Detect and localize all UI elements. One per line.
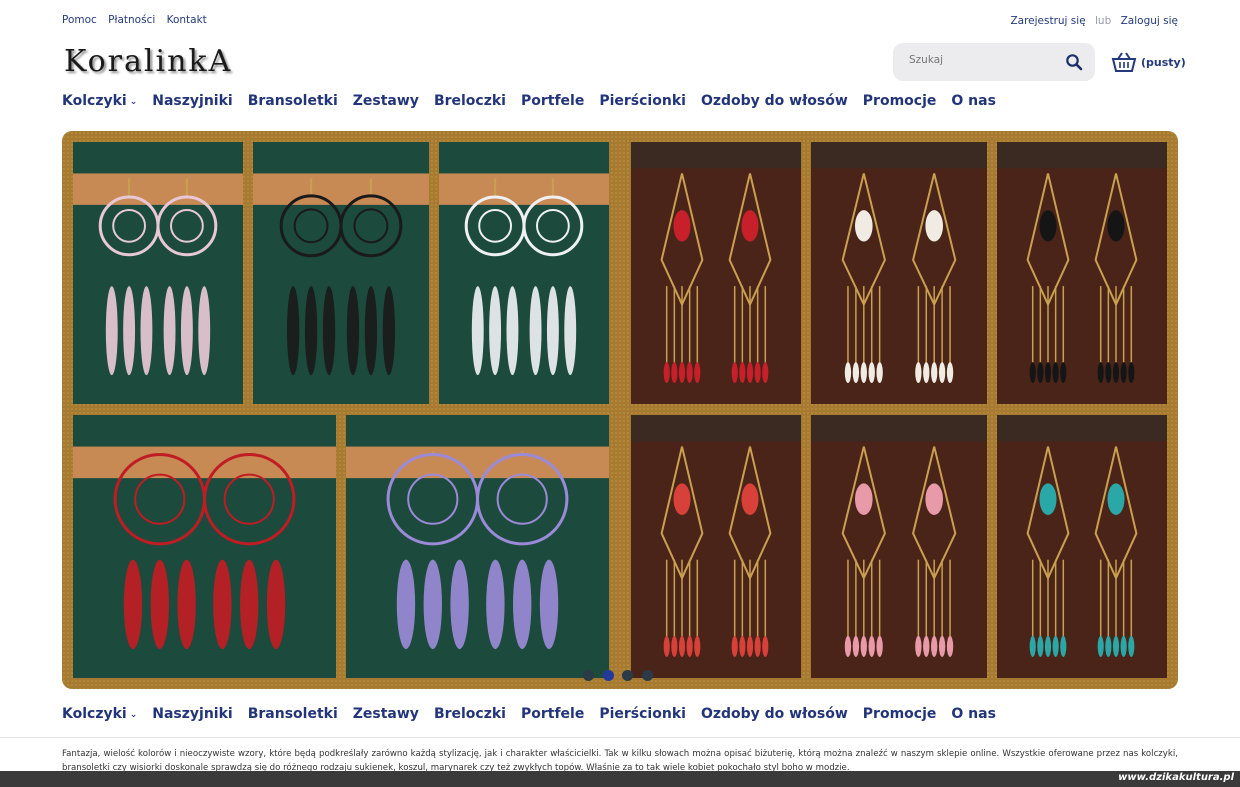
payments-link[interactable]: Płatności (108, 14, 155, 26)
divider (0, 737, 1240, 738)
search-icon (1066, 54, 1083, 71)
nav-item-breloczki[interactable]: Breloczki (434, 706, 506, 722)
cart-label: (pusty) (1141, 56, 1186, 69)
nav-item-portfele[interactable]: Portfele (521, 93, 584, 109)
nav-item-promocje[interactable]: Promocje (863, 706, 937, 722)
slider-dot-4[interactable] (641, 670, 653, 681)
or-text: lub (1095, 15, 1112, 27)
search-button[interactable] (1065, 53, 1083, 71)
chandelier-earrings-multicolor-image[interactable] (631, 415, 801, 678)
site-logo[interactable]: KoralinkA (64, 44, 232, 79)
nav-item-pierscionki[interactable]: Pierścionki (599, 706, 686, 722)
top-links: Pomoc Płatności Kontakt Zarejestruj się … (62, 14, 1178, 28)
banner-slider[interactable] (62, 131, 1178, 689)
chandelier-earrings-pink-image[interactable] (811, 415, 987, 678)
slider-dot-1[interactable] (583, 670, 594, 681)
chevron-down-icon: ⌄ (129, 710, 138, 720)
dreamcatcher-earrings-white-image[interactable] (439, 142, 609, 404)
chandelier-earrings-turquoise-image[interactable] (997, 415, 1167, 678)
nav-item-promocje[interactable]: Promocje (863, 93, 937, 109)
footer-nav: Kolczyki ⌄ Naszyjniki Bransoletki Zestawy Bre… (62, 706, 1178, 730)
nav-item-naszyjniki[interactable]: Naszyjniki (152, 93, 232, 109)
nav-item-bransoletki[interactable]: Bransoletki (248, 706, 338, 722)
chandelier-earrings-red-image[interactable] (631, 142, 801, 404)
help-link[interactable]: Pomoc (62, 14, 97, 26)
nav-item-o-nas[interactable]: O nas (951, 706, 996, 722)
chandelier-earrings-white-image[interactable] (811, 142, 987, 404)
nav-item-ozdoby[interactable]: Ozdoby do włosów (701, 706, 848, 722)
nav-item-ozdoby[interactable]: Ozdoby do włosów (701, 93, 848, 109)
nav-item-kolczyki[interactable]: Kolczyki ⌄ (62, 93, 137, 109)
main-nav: Kolczyki ⌄ Naszyjniki Bransoletki Zestawy Bre… (62, 93, 1178, 117)
dreamcatcher-earrings-red-image[interactable] (73, 415, 336, 678)
dreamcatcher-earrings-pink-image[interactable] (73, 142, 243, 404)
contact-link[interactable]: Kontakt (167, 14, 207, 26)
nav-item-o-nas[interactable]: O nas (951, 93, 996, 109)
search-input[interactable] (909, 54, 1049, 66)
nav-item-pierscionki[interactable]: Pierścionki (599, 93, 686, 109)
chevron-down-icon: ⌄ (129, 97, 138, 107)
chandelier-earrings-black-image[interactable] (997, 142, 1167, 404)
watermark: www.dzikakultura.pl (1118, 772, 1234, 783)
account-links: Zarejestruj się lub Zaloguj się (1010, 15, 1178, 27)
dreamcatcher-earrings-black-image[interactable] (253, 142, 429, 404)
bottom-bar: www.dzikakultura.pl (0, 771, 1240, 787)
nav-item-zestawy[interactable]: Zestawy (353, 706, 419, 722)
nav-item-zestawy[interactable]: Zestawy (353, 93, 419, 109)
nav-item-breloczki[interactable]: Breloczki (434, 93, 506, 109)
search-box (893, 43, 1095, 81)
register-link[interactable]: Zarejestruj się (1010, 15, 1085, 27)
dreamcatcher-earrings-purple-image[interactable] (346, 415, 609, 678)
slider-dot-3[interactable] (622, 670, 633, 681)
nav-item-naszyjniki[interactable]: Naszyjniki (152, 706, 232, 722)
slider-dot-2[interactable] (602, 670, 614, 681)
nav-item-bransoletki[interactable]: Bransoletki (248, 93, 338, 109)
top-links-left: Pomoc Płatności Kontakt (62, 14, 215, 26)
basket-icon (1111, 52, 1137, 72)
nav-item-portfele[interactable]: Portfele (521, 706, 584, 722)
login-link[interactable]: Zaloguj się (1121, 15, 1178, 27)
nav-item-kolczyki[interactable]: Kolczyki ⌄ (62, 706, 137, 722)
